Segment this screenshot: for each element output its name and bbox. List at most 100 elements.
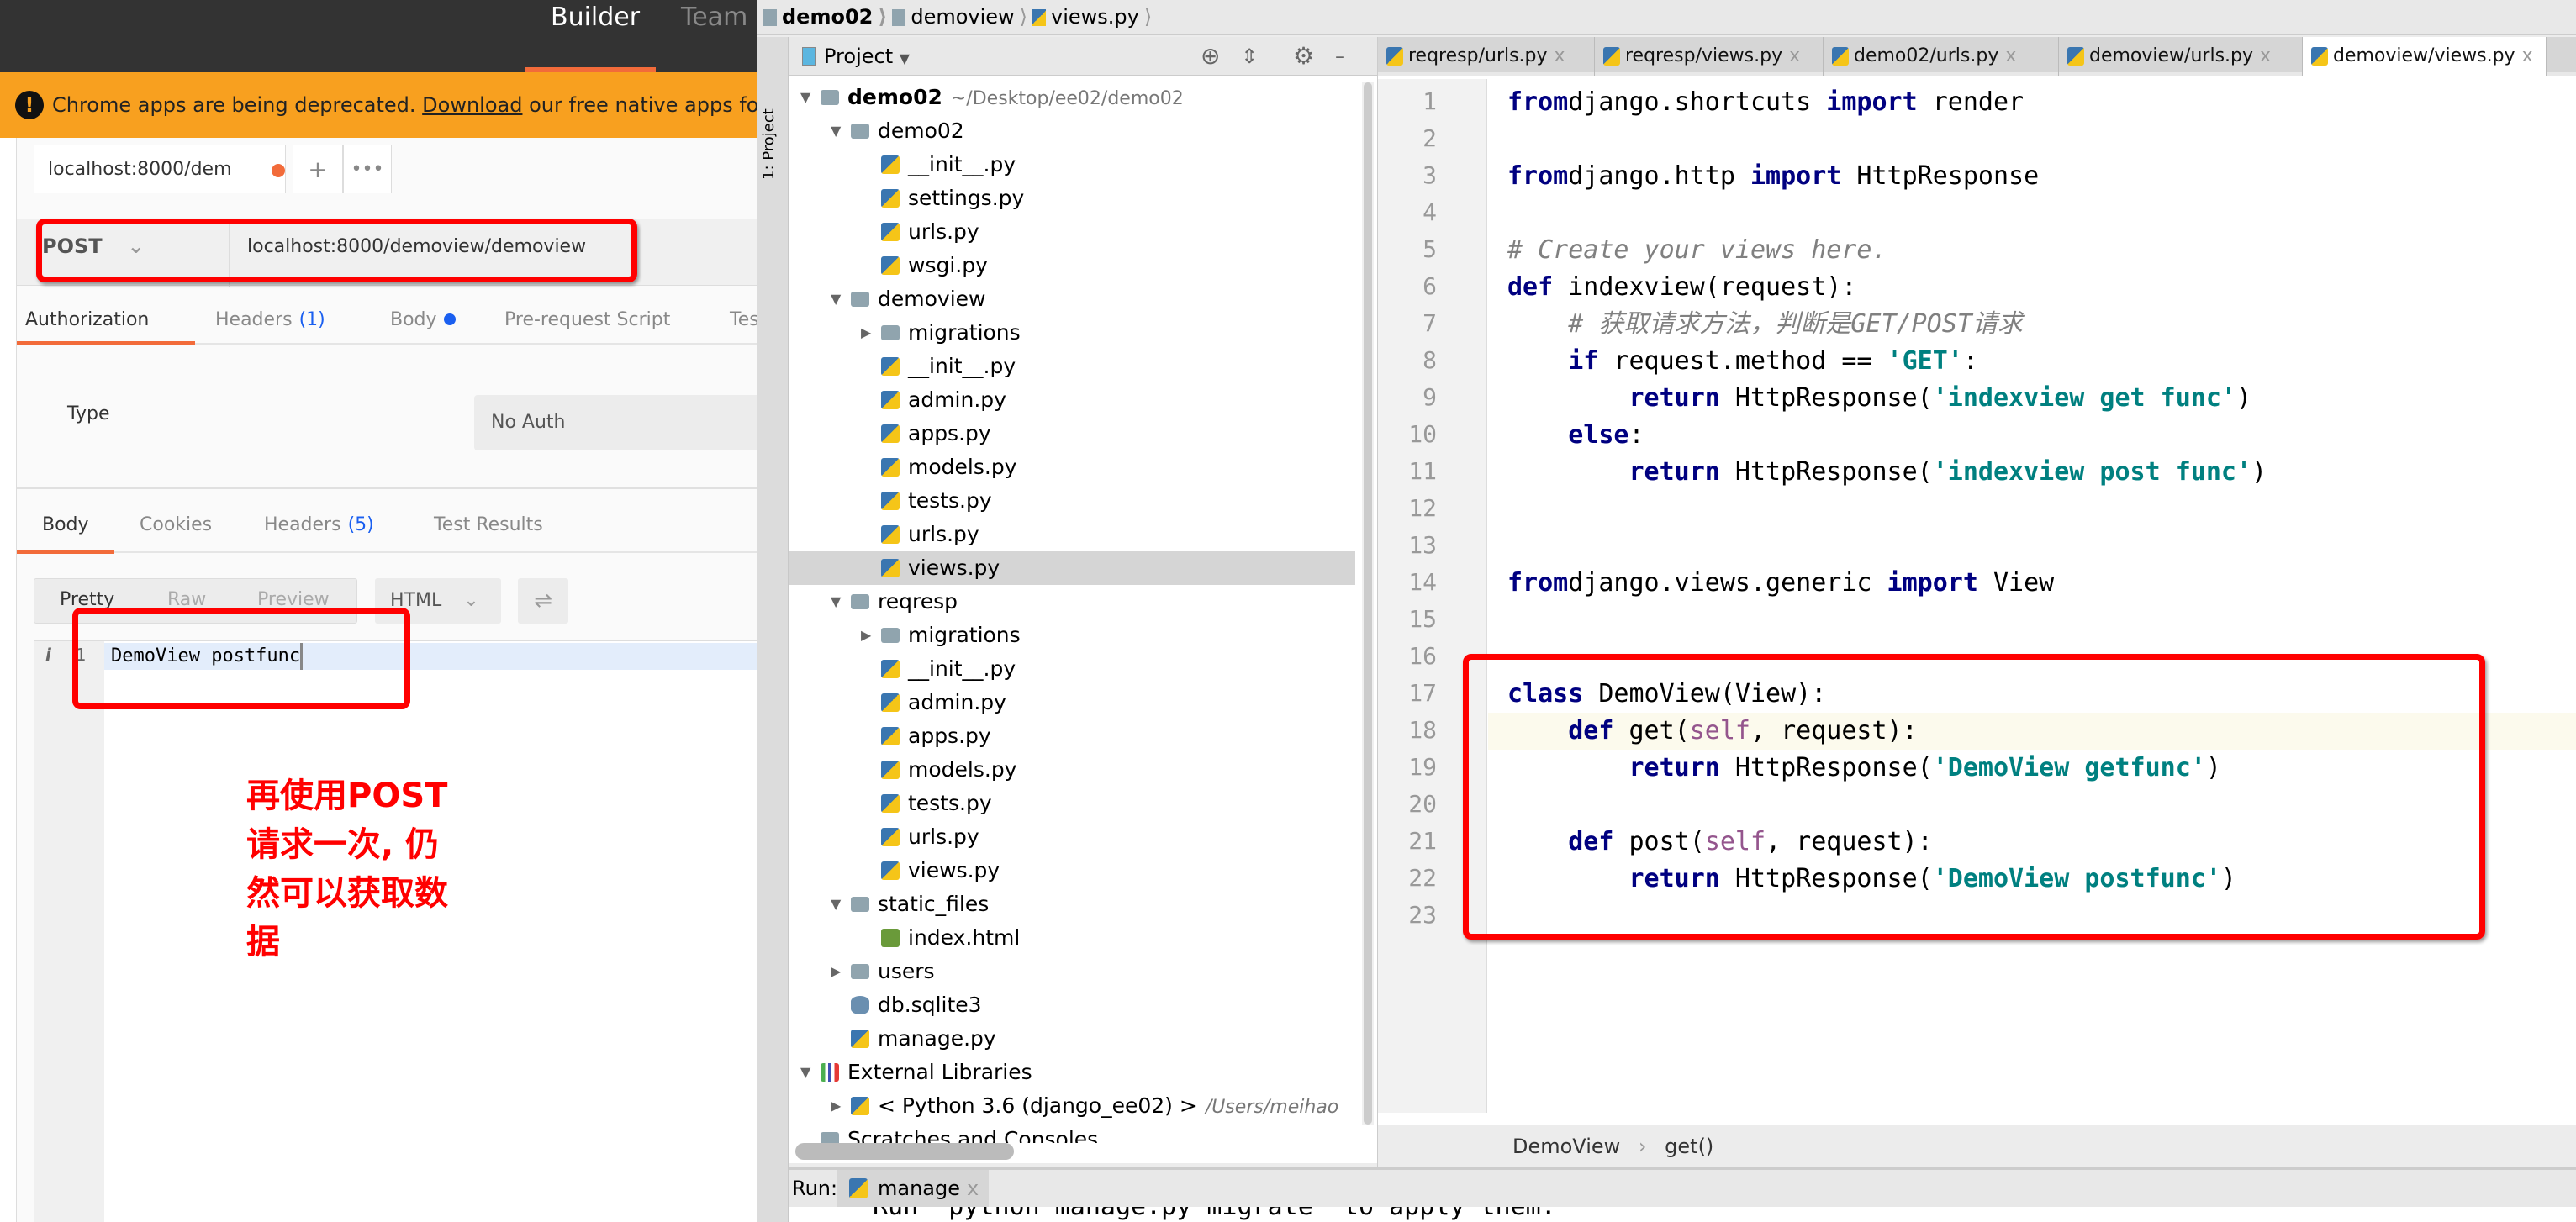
tree-item[interactable]: views.py (789, 854, 1355, 888)
expanded-arrow-icon[interactable]: ▼ (831, 585, 841, 619)
chevron-right-icon: ⟩ (1019, 5, 1028, 29)
tree-scrollbar-thumb[interactable] (1364, 82, 1372, 1125)
tree-item[interactable]: ▼ static_files (789, 888, 1355, 921)
expanded-arrow-icon[interactable]: ▼ (831, 282, 841, 316)
tree-item[interactable]: manage.py (789, 1022, 1355, 1056)
close-icon[interactable]: x (2260, 45, 2271, 66)
tree-item[interactable]: ▼ demo02 (789, 114, 1355, 148)
tree-item[interactable]: index.html (789, 921, 1355, 955)
tree-item[interactable]: __init__.py (789, 652, 1355, 686)
request-tab-tests[interactable]: Tests (730, 309, 757, 330)
expanded-arrow-icon[interactable]: ▼ (831, 888, 841, 921)
tree-item[interactable]: tests.py (789, 787, 1355, 820)
breadcrumb-item[interactable]: views.py ⟩ (1032, 5, 1152, 29)
tree-item[interactable]: urls.py (789, 518, 1355, 551)
tree-item[interactable]: admin.py (789, 383, 1355, 417)
request-tabs: Authorization Headers (1) Body Pre-request S… (17, 303, 757, 345)
response-tab-cookies[interactable]: Cookies (140, 514, 212, 535)
tree-item-label: apps.py (908, 724, 991, 748)
breadcrumb-item[interactable]: demo02 ⟩ (763, 5, 887, 29)
collapsed-arrow-icon[interactable]: ▶ (861, 316, 871, 350)
more-tabs-button[interactable]: ••• (343, 145, 392, 193)
locate-icon[interactable]: ⊕ (1201, 37, 1220, 76)
project-tool-button[interactable]: 1: Project (760, 108, 778, 180)
tree-item[interactable]: models.py (789, 450, 1355, 484)
editor-tab[interactable]: demoview/views.py x (2303, 37, 2547, 76)
expanded-arrow-icon[interactable]: ▼ (831, 114, 841, 148)
tree-item[interactable]: urls.py (789, 820, 1355, 854)
tree-item[interactable]: tests.py (789, 484, 1355, 518)
tab-team-library[interactable]: Team Library (681, 0, 757, 72)
tree-scrollbar[interactable] (1362, 82, 1374, 1125)
response-tab-headers[interactable]: Headers (5) (264, 514, 374, 535)
wrap-lines-button[interactable]: ⇌ (518, 578, 568, 624)
request-tab[interactable]: localhost:8000/dem (34, 145, 286, 193)
tree-item[interactable]: apps.py (789, 417, 1355, 450)
tree-item[interactable]: Scratches and Consoles (789, 1123, 1355, 1143)
close-icon[interactable]: x (967, 1177, 979, 1200)
tab-label: Body (42, 514, 89, 535)
code-area[interactable]: fromdjango.shortcuts import render fromdj… (1378, 79, 2576, 1113)
expanded-arrow-icon[interactable]: ▼ (800, 1056, 810, 1089)
editor-tab[interactable]: demoview/urls.py x (2059, 37, 2303, 76)
editor-tab[interactable]: reqresp/views.py x (1595, 37, 1824, 76)
request-tab-authorization[interactable]: Authorization (25, 309, 149, 330)
tree-item[interactable]: ▶ users (789, 955, 1355, 988)
tree-item-label: db.sqlite3 (878, 993, 982, 1017)
tree-item[interactable]: models.py (789, 753, 1355, 787)
collapsed-arrow-icon[interactable]: ▶ (831, 955, 841, 988)
annotation-line: 请求一次, 仍 (246, 825, 440, 864)
auth-type-select[interactable]: No Auth (474, 395, 757, 450)
annotation-line: 再使用POST (246, 777, 448, 815)
close-icon[interactable]: x (1789, 45, 1800, 66)
request-tab-body[interactable]: Body (390, 309, 456, 330)
close-icon[interactable]: x (2005, 45, 2016, 66)
response-tab-body[interactable]: Body (42, 514, 89, 535)
tree-item[interactable]: urls.py (789, 215, 1355, 249)
tree-item[interactable]: views.py (789, 551, 1355, 585)
run-tab-manage[interactable]: manage x (837, 1170, 989, 1207)
expanded-arrow-icon[interactable]: ▼ (800, 81, 810, 114)
gear-icon[interactable]: ⚙ (1293, 37, 1314, 76)
project-view-select[interactable]: Project ▼ (824, 37, 910, 78)
tree-item-text: reqresp (878, 585, 958, 619)
tree-item[interactable]: admin.py (789, 686, 1355, 719)
tree-item[interactable]: wsgi.py (789, 249, 1355, 282)
run-tab-label: manage (878, 1177, 961, 1200)
pycharm-window: demo02 ⟩ demoview ⟩ views.py ⟩ 1: Project Pro… (757, 0, 2576, 1222)
tree-item[interactable]: __init__.py (789, 148, 1355, 182)
close-icon[interactable]: x (1555, 45, 1565, 66)
tree-item[interactable]: ▶ < Python 3.6 (django_ee02) > /Users/meih… (789, 1089, 1355, 1123)
tree-item[interactable]: ▼ reqresp (789, 585, 1355, 619)
tab-label: Headers (264, 514, 341, 535)
tree-item[interactable]: apps.py (789, 719, 1355, 753)
breadcrumb-item[interactable]: demoview ⟩ (892, 5, 1027, 29)
tree-item[interactable]: ▼ demoview (789, 282, 1355, 316)
close-icon[interactable]: x (2522, 45, 2533, 66)
tree-item[interactable]: settings.py (789, 182, 1355, 215)
breadcrumb-method[interactable]: get() (1665, 1135, 1713, 1158)
request-tab-headers[interactable]: Headers (1) (215, 309, 325, 330)
tree-hscrollbar[interactable] (795, 1143, 1014, 1160)
tree-item[interactable]: ▶ migrations (789, 316, 1355, 350)
editor-tab[interactable]: demo02/urls.py x (1824, 37, 2059, 76)
download-link[interactable]: Download (422, 93, 522, 117)
breadcrumb-class[interactable]: DemoView (1512, 1135, 1620, 1158)
request-tab-pre-request-script[interactable]: Pre-request Script (504, 309, 670, 330)
new-tab-button[interactable]: + (293, 145, 343, 193)
tree-item[interactable]: ▼ External Libraries (789, 1056, 1355, 1089)
collapsed-arrow-icon[interactable]: ▶ (831, 1089, 841, 1123)
keyword: import (1887, 568, 1978, 598)
tab-builder[interactable]: Builder (551, 0, 640, 72)
collapse-icon[interactable]: ⇕ (1241, 37, 1258, 76)
tree-item[interactable]: __init__.py (789, 350, 1355, 383)
response-tab-test-results[interactable]: Test Results (434, 514, 543, 535)
collapsed-arrow-icon[interactable]: ▶ (861, 619, 871, 652)
tree-item[interactable]: db.sqlite3 (789, 988, 1355, 1022)
tree-item[interactable]: ▼ demo02 ~/Desktop/ee02/demo02 (789, 81, 1355, 114)
editor-tab[interactable]: reqresp/urls.py x (1378, 37, 1595, 76)
tree-item[interactable]: ▶ migrations (789, 619, 1355, 652)
hide-icon[interactable]: – (1335, 37, 1345, 76)
folder-icon (881, 325, 900, 340)
tree-item-text: admin.py (908, 686, 1006, 719)
